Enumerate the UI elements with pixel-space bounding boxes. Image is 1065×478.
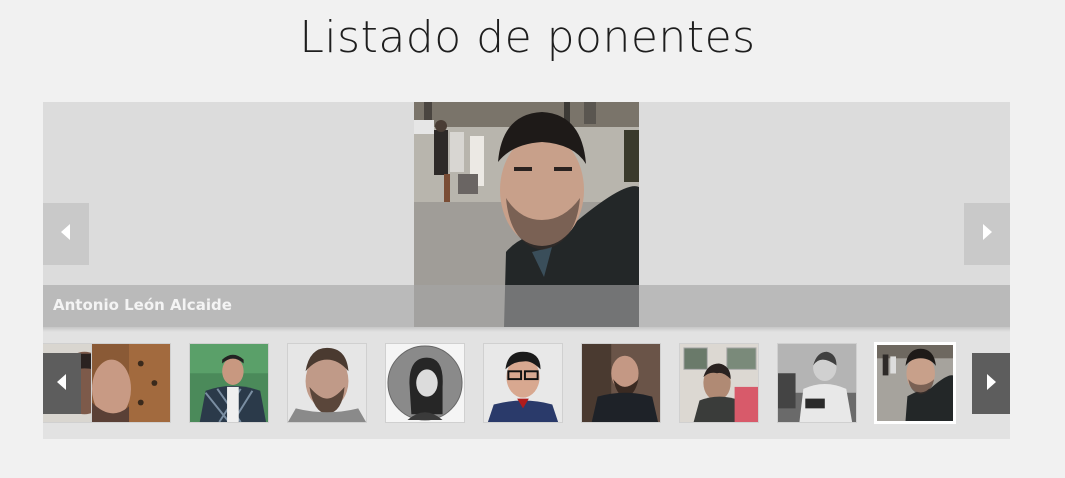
speaker-thumb-pictures-wall[interactable] — [679, 343, 759, 423]
strip-prev-button[interactable] — [43, 353, 81, 414]
gallery-prev-button[interactable] — [43, 203, 89, 265]
triangle-left-icon — [61, 224, 71, 244]
strip-next-button[interactable] — [972, 353, 1010, 414]
triangle-left-icon — [57, 373, 67, 394]
gallery-next-button[interactable] — [964, 203, 1010, 265]
stage-divider — [43, 327, 1010, 332]
speaker-thumb-door[interactable] — [91, 343, 171, 423]
speaker-gallery: Antonio León Alcaide — [43, 102, 1010, 439]
speaker-thumb-selfie[interactable] — [874, 342, 956, 424]
speaker-thumb-plaid-shirt[interactable] — [189, 343, 269, 423]
triangle-right-icon — [982, 224, 992, 244]
speaker-thumb-dark-room[interactable] — [581, 343, 661, 423]
speaker-thumb-glasses[interactable] — [483, 343, 563, 423]
speaker-thumb-bearded[interactable] — [287, 343, 367, 423]
speaker-thumb-bw-couch[interactable] — [777, 343, 857, 423]
caption-bar: Antonio León Alcaide — [43, 285, 1010, 327]
thumbnail-strip — [43, 342, 1010, 426]
featured-speaker-name: Antonio León Alcaide — [53, 296, 232, 314]
gallery-stage: Antonio León Alcaide — [43, 102, 1010, 327]
triangle-right-icon — [986, 373, 996, 394]
page-title: Listado de ponentes — [299, 12, 756, 63]
speaker-thumb-woman-circle[interactable] — [385, 343, 465, 423]
